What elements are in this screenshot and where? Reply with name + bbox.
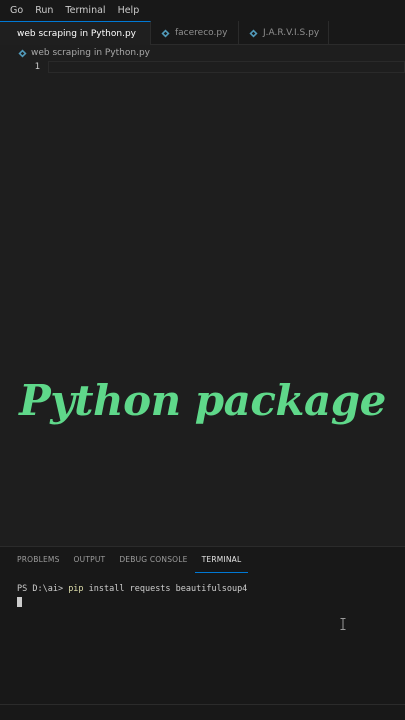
python-file-icon — [161, 28, 170, 38]
terminal-args: install requests beautifulsoup4 — [83, 584, 248, 594]
vscode-window: Go Run Terminal Help web scraping in Pyt… — [0, 0, 405, 720]
terminal[interactable]: PS D:\ai> pip install requests beautiful… — [0, 573, 405, 611]
code-editor[interactable]: 1 Python package — [0, 61, 405, 546]
current-line-highlight — [48, 61, 405, 73]
terminal-cursor — [17, 597, 22, 607]
terminal-command: pip — [68, 584, 84, 594]
menu-terminal[interactable]: Terminal — [59, 0, 111, 21]
tab-web-scraping[interactable]: web scraping in Python.py — [0, 21, 151, 45]
tab-problems[interactable]: PROBLEMS — [10, 547, 67, 573]
tab-terminal[interactable]: TERMINAL — [194, 547, 249, 573]
editor-line[interactable]: 1 — [0, 61, 405, 74]
tab-label: facereco.py — [175, 28, 228, 38]
menu-bar: Go Run Terminal Help — [0, 0, 405, 21]
terminal-line: PS D:\ai> pip install requests beautiful… — [17, 583, 405, 595]
status-bar — [0, 704, 405, 720]
menu-go[interactable]: Go — [4, 0, 29, 21]
video-overlay-title: Python package — [19, 376, 386, 425]
menu-help[interactable]: Help — [112, 0, 146, 21]
ibeam-cursor-icon — [340, 618, 346, 630]
tab-facereco[interactable]: facereco.py — [151, 21, 239, 45]
tab-label: web scraping in Python.py — [17, 28, 136, 39]
editor-tab-bar: web scraping in Python.py facereco.py J.… — [0, 21, 405, 45]
tab-output[interactable]: OUTPUT — [67, 547, 113, 573]
line-number: 1 — [34, 62, 40, 72]
bottom-panel: PROBLEMS OUTPUT DEBUG CONSOLE TERMINAL P… — [0, 546, 405, 704]
menu-run[interactable]: Run — [29, 0, 59, 21]
terminal-prompt: PS D:\ai> — [17, 584, 69, 594]
python-file-icon — [249, 28, 258, 38]
python-file-icon — [18, 48, 27, 58]
breadcrumb[interactable]: web scraping in Python.py — [0, 45, 405, 61]
tab-jarvis[interactable]: J.A.R.V.I.S.py — [239, 21, 329, 45]
tab-debug-console[interactable]: DEBUG CONSOLE — [112, 547, 194, 573]
breadcrumb-file[interactable]: web scraping in Python.py — [31, 48, 150, 58]
tab-label: J.A.R.V.I.S.py — [263, 28, 320, 38]
panel-tab-bar: PROBLEMS OUTPUT DEBUG CONSOLE TERMINAL — [0, 547, 405, 573]
